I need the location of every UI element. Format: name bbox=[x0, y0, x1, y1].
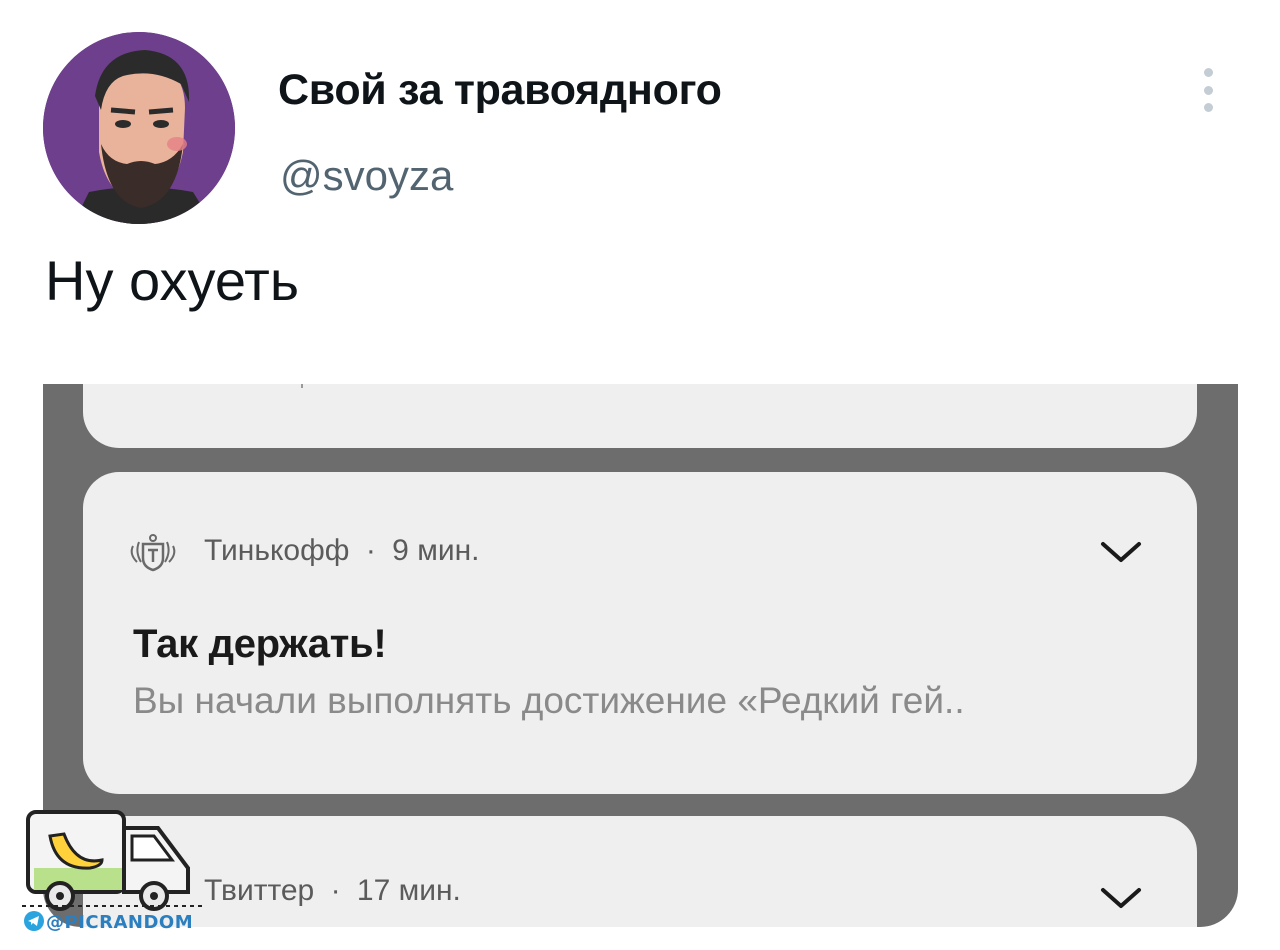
notification-title: Так держать! bbox=[133, 622, 387, 666]
tweet-media-image[interactable]: Тинькофф · 9 мин. Так держать! Вы начали… bbox=[43, 384, 1238, 927]
display-name[interactable]: Свой за травоядного bbox=[278, 66, 722, 115]
notification-separator: · bbox=[330, 874, 341, 907]
chevron-down-icon[interactable] bbox=[1099, 884, 1143, 912]
avatar-portrait bbox=[43, 32, 235, 224]
notification-card-twitter: Твиттер · 17 мин. bbox=[83, 816, 1197, 927]
telegram-icon bbox=[24, 911, 44, 931]
notification-card-partial bbox=[83, 384, 1197, 448]
notification-app-name: Тинькофф bbox=[204, 534, 350, 567]
avatar[interactable] bbox=[43, 32, 235, 224]
more-dot bbox=[1203, 68, 1213, 77]
more-icon[interactable] bbox=[1190, 62, 1226, 118]
tinkoff-logo-icon bbox=[130, 534, 176, 572]
notification-time: 17 мин. bbox=[356, 874, 461, 907]
notification-card-tinkoff: Тинькофф · 9 мин. Так держать! Вы начали… bbox=[83, 472, 1197, 794]
more-dot bbox=[1203, 103, 1213, 112]
watermark-text: @PICRANDOM bbox=[46, 912, 194, 933]
notification-time: 9 мин. bbox=[392, 534, 480, 567]
notification-separator: · bbox=[365, 534, 376, 567]
divider bbox=[301, 384, 303, 388]
notification-app-line: Твиттер · 17 мин. bbox=[204, 874, 461, 908]
notification-app-name: Твиттер bbox=[204, 874, 315, 907]
user-handle[interactable]: @svoyza bbox=[280, 152, 453, 200]
notification-app-line: Тинькофф · 9 мин. bbox=[204, 534, 479, 568]
notification-body: Вы начали выполнять достижение «Редкий г… bbox=[133, 680, 965, 721]
chevron-down-icon[interactable] bbox=[1099, 538, 1143, 566]
tweet-text: Ну охуеть bbox=[45, 249, 299, 312]
more-dot bbox=[1203, 85, 1213, 95]
